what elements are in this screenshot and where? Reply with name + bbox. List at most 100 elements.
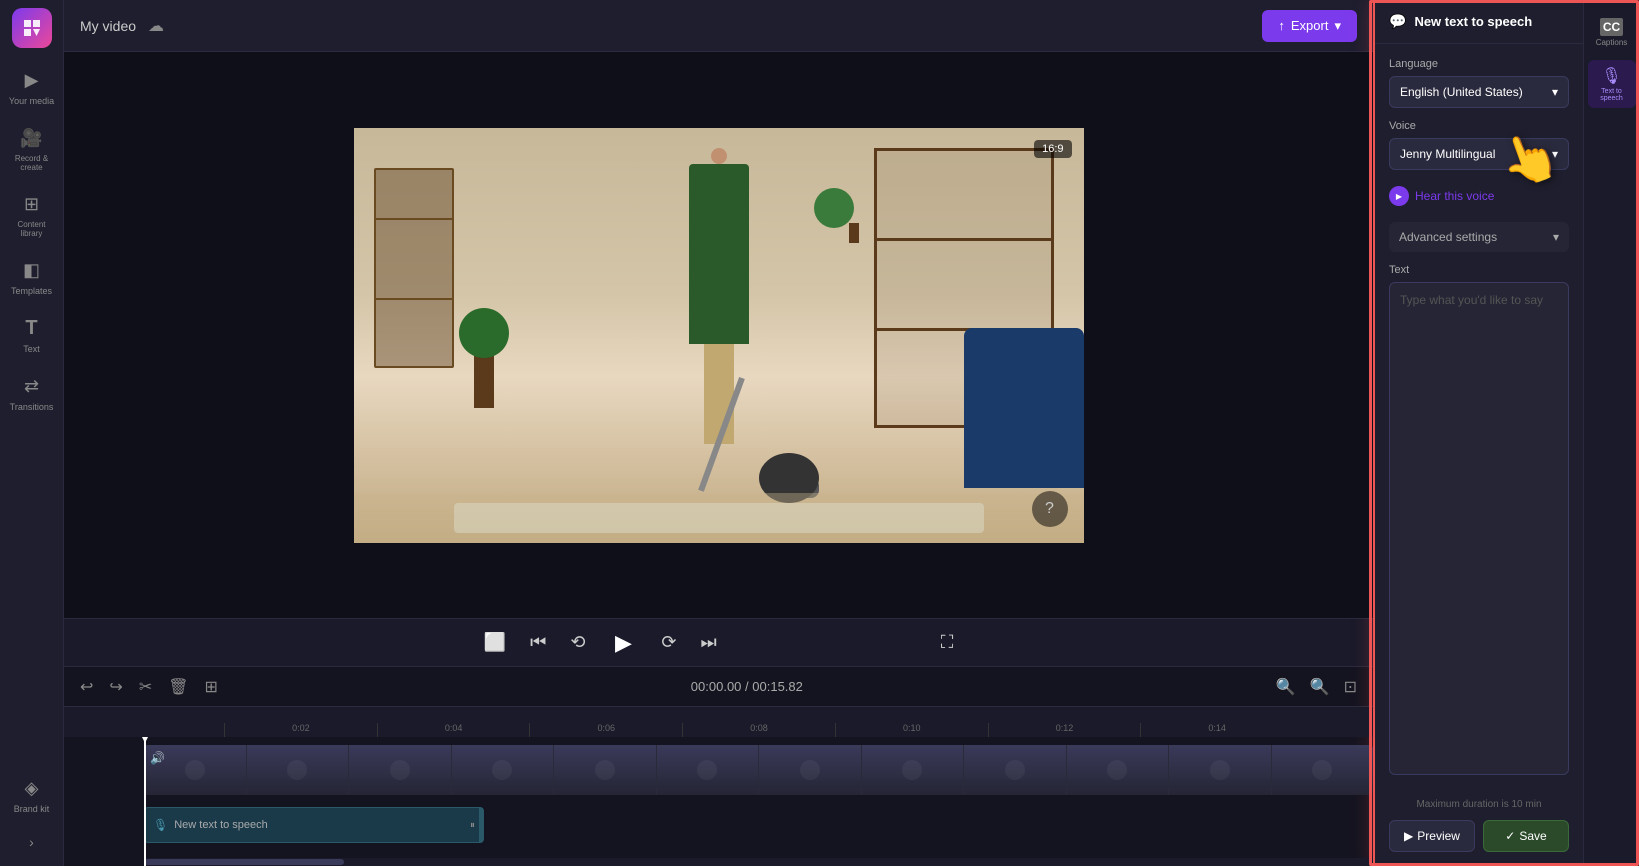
advanced-settings-chevron-icon: ▾ bbox=[1553, 230, 1559, 244]
topbar: My video ☁ ↑ Export ▾ bbox=[64, 0, 1373, 52]
tts-track-pause-icon: ⏸ bbox=[470, 820, 475, 831]
tts-panel-body: Language English (United States) ▾ Voice… bbox=[1375, 44, 1583, 789]
sidebar-expand-btn[interactable]: › bbox=[21, 826, 42, 858]
save-button[interactable]: ✓ Save bbox=[1483, 820, 1569, 852]
clip-thumb bbox=[247, 745, 349, 795]
video-track[interactable]: 🔊 bbox=[144, 745, 1373, 795]
max-duration-label: Maximum duration is 10 min bbox=[1389, 799, 1569, 810]
timeline-scrollbar[interactable] bbox=[144, 858, 1373, 866]
monitor-icon-btn[interactable]: ⬜ bbox=[480, 628, 510, 657]
sidebar-item-record[interactable]: 🎥 Record &create bbox=[3, 118, 61, 180]
timeline: ↩ ↪ ✂ 🗑 ⊞ 00:00.00 / 00:15.82 🔍 🔍 ⊡ 0:02… bbox=[64, 666, 1373, 866]
cloud-save-icon[interactable]: ☁ bbox=[148, 16, 164, 36]
clip-thumb bbox=[554, 745, 656, 795]
rewind-button[interactable]: ⟲ bbox=[566, 628, 589, 657]
text-icon: T bbox=[20, 316, 44, 340]
clip-thumb: 🔊 bbox=[144, 745, 246, 795]
captions-button[interactable]: CC Captions bbox=[1588, 8, 1636, 56]
playhead bbox=[144, 737, 146, 866]
tts-panel: 💬 New text to speech Language English (U… bbox=[1373, 0, 1583, 866]
skip-back-button[interactable]: ⏮ bbox=[526, 628, 550, 657]
tts-panel-title: New text to speech bbox=[1414, 14, 1532, 29]
sidebar-item-transitions[interactable]: ⇄ Transitions bbox=[3, 366, 61, 420]
tts-panel-header: 💬 New text to speech bbox=[1375, 0, 1583, 44]
undo-button[interactable]: ↩ bbox=[76, 673, 97, 701]
clip-thumb bbox=[1169, 745, 1271, 795]
language-dropdown-icon: ▾ bbox=[1552, 85, 1558, 99]
hear-voice-button[interactable]: ▶ Hear this voice bbox=[1389, 182, 1569, 210]
timeline-toolbar: ↩ ↪ ✂ 🗑 ⊞ 00:00.00 / 00:15.82 🔍 🔍 ⊡ bbox=[64, 667, 1373, 707]
language-label: Language bbox=[1389, 58, 1569, 70]
aspect-ratio-badge: 16:9 bbox=[1034, 140, 1071, 158]
clip-thumb bbox=[964, 745, 1066, 795]
text-to-speech-button[interactable]: 🎙 Text tospeech bbox=[1588, 60, 1636, 108]
save-check-icon: ✓ bbox=[1505, 829, 1515, 843]
export-chevron-icon: ▾ bbox=[1334, 18, 1341, 34]
fullscreen-button[interactable]: ⛶ bbox=[937, 628, 958, 657]
preview-button[interactable]: ▶ Preview bbox=[1389, 820, 1475, 852]
sidebar-item-text[interactable]: T Text bbox=[3, 308, 61, 362]
timeline-scroll-thumb[interactable] bbox=[144, 859, 344, 865]
hear-voice-play-icon: ▶ bbox=[1389, 186, 1409, 206]
advanced-settings-toggle[interactable]: Advanced settings ▾ bbox=[1389, 222, 1569, 252]
templates-icon: ◧ bbox=[20, 258, 44, 282]
scissors-button[interactable]: ✂ bbox=[135, 673, 156, 701]
content-library-icon: ⊞ bbox=[20, 192, 44, 216]
app-logo[interactable] bbox=[12, 8, 52, 48]
ruler-mark: 0:02 bbox=[224, 723, 377, 737]
help-button[interactable]: ? bbox=[1032, 491, 1068, 527]
captions-icon: CC bbox=[1600, 18, 1623, 36]
voice-dropdown[interactable]: Jenny Multilingual ▾ bbox=[1389, 138, 1569, 170]
video-container: 16:9 ? › bbox=[64, 52, 1373, 618]
timeline-content: 🔊 🎙 New text to spe bbox=[64, 737, 1373, 866]
clip-thumb bbox=[452, 745, 554, 795]
sidebar-item-templates[interactable]: ◧ Templates bbox=[3, 250, 61, 304]
video-preview bbox=[354, 128, 1084, 543]
language-dropdown[interactable]: English (United States) ▾ bbox=[1389, 76, 1569, 108]
right-icons-panel: CC Captions 🎙 Text tospeech bbox=[1583, 0, 1639, 866]
zoom-in-button[interactable]: 🔍 bbox=[1306, 673, 1334, 701]
delete-button[interactable]: 🗑 bbox=[164, 673, 192, 701]
main-content: My video ☁ ↑ Export ▾ bbox=[64, 0, 1373, 866]
tts-track-label: New text to speech bbox=[174, 819, 268, 831]
redo-button[interactable]: ↪ bbox=[105, 673, 126, 701]
sidebar-item-brand[interactable]: ◈ Brand kit bbox=[3, 768, 61, 822]
fit-button[interactable]: ⊡ bbox=[1340, 673, 1361, 701]
export-button[interactable]: ↑ Export ▾ bbox=[1262, 10, 1357, 42]
sidebar-item-content-library[interactable]: ⊞ Contentlibrary bbox=[3, 184, 61, 246]
clip-thumb bbox=[759, 745, 861, 795]
voice-label: Voice bbox=[1389, 120, 1569, 132]
tts-track-icon: 🎙 bbox=[153, 818, 168, 832]
language-section: Language English (United States) ▾ bbox=[1389, 58, 1569, 108]
text-section: Text bbox=[1389, 264, 1569, 775]
video-title: My video bbox=[80, 18, 136, 34]
skip-forward-button[interactable]: ⏭ bbox=[697, 628, 721, 657]
tts-track[interactable]: 🎙 New text to speech ⏸ bbox=[144, 807, 484, 843]
sidebar-item-your-media[interactable]: ▶ Your media bbox=[3, 60, 61, 114]
clip-thumb bbox=[1272, 745, 1374, 795]
ruler-mark: 0:06 bbox=[529, 723, 682, 737]
tts-track-right-handle[interactable] bbox=[479, 808, 483, 842]
tts-text-input[interactable] bbox=[1389, 282, 1569, 775]
brand-icon: ◈ bbox=[20, 776, 44, 800]
left-sidebar: ▶ Your media 🎥 Record &create ⊞ Contentl… bbox=[0, 0, 64, 866]
ruler-mark: 0:12 bbox=[988, 723, 1141, 737]
timeline-zoom-controls: 🔍 🔍 ⊡ bbox=[1272, 673, 1361, 701]
export-icon: ↑ bbox=[1278, 18, 1285, 33]
ruler-mark: 0:08 bbox=[682, 723, 835, 737]
ruler-mark: 0:14 bbox=[1140, 723, 1293, 737]
tts-footer: Maximum duration is 10 min ▶ Preview ✓ S… bbox=[1375, 789, 1583, 866]
timeline-ruler: 0:02 0:04 0:06 0:08 0:10 0:12 0:14 bbox=[64, 707, 1373, 737]
fast-forward-button[interactable]: ⟳ bbox=[657, 628, 680, 657]
tts-actions: ▶ Preview ✓ Save bbox=[1389, 820, 1569, 852]
text-label: Text bbox=[1389, 264, 1569, 276]
video-clips: 🔊 bbox=[144, 745, 1373, 795]
save-frame-button[interactable]: ⊞ bbox=[201, 673, 222, 701]
zoom-out-button[interactable]: 🔍 bbox=[1272, 673, 1300, 701]
clip-thumb bbox=[1067, 745, 1169, 795]
play-pause-button[interactable]: ▶ bbox=[605, 625, 641, 661]
voice-dropdown-icon: ▾ bbox=[1552, 147, 1558, 161]
voice-section: Voice Jenny Multilingual ▾ bbox=[1389, 120, 1569, 170]
record-icon: 🎥 bbox=[20, 126, 44, 150]
ruler-mark: 0:04 bbox=[377, 723, 530, 737]
